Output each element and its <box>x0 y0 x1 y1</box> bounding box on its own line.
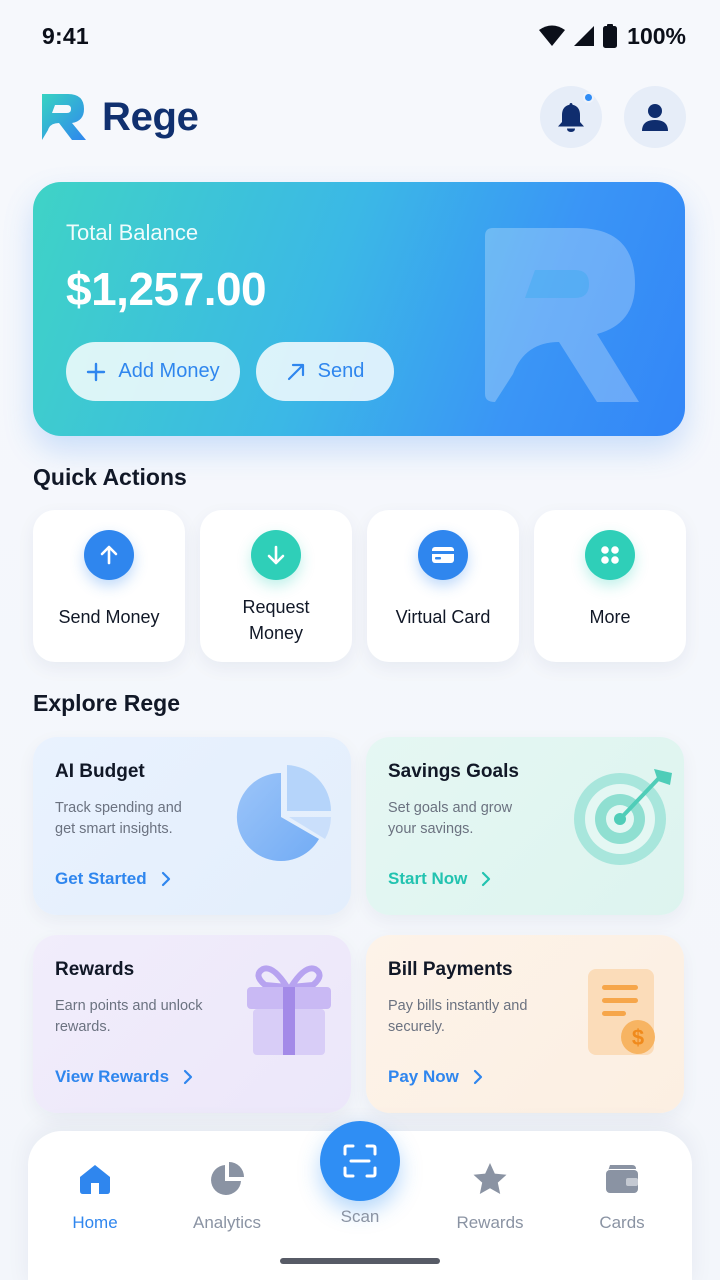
status-icons: 100% <box>539 23 686 50</box>
header-actions <box>540 86 686 148</box>
notifications-button[interactable] <box>540 86 602 148</box>
bottom-navigation: Home Analytics Scan Rewards Cards <box>28 1121 692 1280</box>
explore-card-title: Savings Goals <box>388 761 519 782</box>
nav-label-scan: Scan <box>340 1207 380 1226</box>
explore-card-description: Earn points and unlock rewards. <box>55 998 203 1035</box>
explore-card-link-label: Start Now <box>388 869 468 888</box>
nav-rewards[interactable]: Rewards <box>430 1159 550 1233</box>
brand-name: Rege <box>102 94 199 139</box>
profile-button[interactable] <box>624 86 686 148</box>
home-indicator <box>280 1258 440 1264</box>
brand-logo-icon <box>42 94 86 140</box>
home-icon <box>35 1159 155 1199</box>
add-money-button[interactable]: Add Money <box>66 342 240 401</box>
quick-action-more[interactable]: More <box>534 510 686 662</box>
quick-action-label: Request Money <box>242 597 310 643</box>
brand-watermark-icon <box>485 228 639 402</box>
card-icon <box>418 530 468 580</box>
explore-card-rewards[interactable]: Rewards Earn points and unlock rewards. … <box>33 935 351 1113</box>
nav-label: Rewards <box>456 1213 524 1232</box>
explore-title: Explore Rege <box>33 690 180 716</box>
nav-analytics[interactable]: Analytics <box>167 1159 287 1233</box>
quick-action-request-money[interactable]: Request Money <box>200 510 352 662</box>
gift-icon <box>247 965 331 1055</box>
balance-label: Total Balance <box>66 220 199 245</box>
wifi-icon <box>539 25 566 46</box>
battery-percentage: 100% <box>627 22 686 49</box>
arrow-up-right-icon <box>287 363 304 380</box>
arrow-down-icon <box>251 530 301 580</box>
scan-button[interactable] <box>320 1121 400 1201</box>
scan-icon <box>343 1144 377 1178</box>
chevron-right-icon <box>473 1069 482 1085</box>
quick-action-label: More <box>589 607 631 627</box>
add-money-label: Add Money <box>118 360 220 382</box>
bill-icon: $ <box>588 969 655 1055</box>
send-label: Send <box>317 360 365 382</box>
status-time: 9:41 <box>42 22 89 49</box>
nav-label: Analytics <box>192 1213 262 1232</box>
explore-card-bill-payments[interactable]: Bill Payments Pay bills instantly and se… <box>366 935 684 1113</box>
get-started-link[interactable]: Get Started <box>55 869 171 889</box>
quick-action-send-money[interactable]: Send Money <box>33 510 185 662</box>
explore-card-title: Bill Payments <box>388 959 513 980</box>
pay-now-link[interactable]: Pay Now <box>388 1067 483 1087</box>
wallet-icon <box>562 1159 682 1199</box>
explore-card-description: Pay bills instantly and securely. <box>388 998 528 1035</box>
status-bar: 9:41 100% <box>0 0 720 72</box>
explore-card-description: Set goals and grow your savings. <box>388 800 513 837</box>
nav-cards[interactable]: Cards <box>562 1159 682 1233</box>
arrow-up-icon <box>84 530 134 580</box>
explore-card-title: Rewards <box>55 959 135 980</box>
balance-card: Total Balance $1,257.00 Add Money Send <box>33 182 685 436</box>
analytics-icon <box>167 1159 287 1199</box>
explore-card-link-label: Get Started <box>55 869 147 888</box>
signal-icon <box>574 26 595 46</box>
chevron-right-icon <box>482 871 491 887</box>
send-button[interactable]: Send <box>256 342 394 401</box>
chevron-right-icon <box>161 871 170 887</box>
nav-label: Cards <box>599 1213 645 1232</box>
quick-action-virtual-card[interactable]: Virtual Card <box>367 510 519 662</box>
pie-chart-icon <box>236 765 332 861</box>
star-icon <box>430 1159 550 1199</box>
app-header: Rege <box>0 82 720 152</box>
explore-card-savings-goals[interactable]: Savings Goals Set goals and grow your sa… <box>366 737 684 915</box>
explore-card-description: Track spending and get smart insights. <box>55 800 182 837</box>
chevron-right-icon <box>183 1069 193 1085</box>
quick-actions-title: Quick Actions <box>33 464 187 490</box>
battery-icon <box>603 24 618 48</box>
explore-card-title: AI Budget <box>55 761 145 782</box>
balance-amount: $1,257.00 <box>66 263 267 315</box>
explore-card-link-label: Pay Now <box>388 1067 459 1086</box>
start-now-link[interactable]: Start Now <box>388 869 491 889</box>
nav-home[interactable]: Home <box>35 1159 155 1233</box>
explore-card-link-label: View Rewards <box>55 1067 170 1086</box>
target-icon <box>574 769 672 865</box>
brand: Rege <box>40 92 199 142</box>
view-rewards-link[interactable]: View Rewards <box>55 1067 193 1087</box>
grid-icon <box>585 530 635 580</box>
plus-icon <box>87 362 106 381</box>
quick-action-label: Send Money <box>58 607 160 627</box>
nav-label: Home <box>72 1213 118 1232</box>
bell-icon <box>558 103 584 132</box>
quick-action-label: Virtual Card <box>395 607 491 627</box>
explore-card-ai-budget[interactable]: AI Budget Track spending and get smart i… <box>33 737 351 915</box>
user-icon <box>642 104 668 131</box>
svg-text:$: $ <box>632 1025 644 1050</box>
notification-dot <box>583 92 594 103</box>
